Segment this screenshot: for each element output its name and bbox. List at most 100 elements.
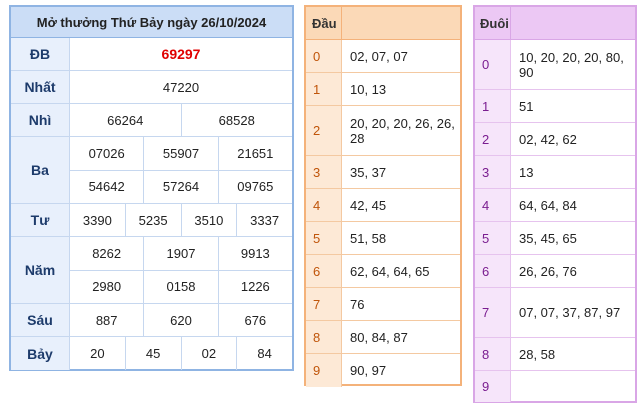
dau-digit: 5 xyxy=(306,222,342,254)
prize-label: Nhất xyxy=(11,71,70,103)
third-prize-row: Ba 07026 55907 21651 54642 57264 09765 xyxy=(11,137,292,204)
dau-header: Đầu xyxy=(306,7,460,40)
dau-numbers: 51, 58 xyxy=(350,230,387,246)
dau-row: 8 80, 84, 87 xyxy=(306,321,460,354)
duoi-numbers: 02, 42, 62 xyxy=(519,131,577,147)
duoi-numbers: 51 xyxy=(519,98,534,114)
dau-numbers: 90, 97 xyxy=(350,363,387,378)
prize-number: 9913 xyxy=(217,237,292,270)
prize-number: 8262 xyxy=(92,245,122,261)
prize-number: 09765 xyxy=(217,170,292,203)
dau-digit: 9 xyxy=(306,354,342,387)
prize-number: 55907 xyxy=(143,137,217,170)
prize-number: 2980 xyxy=(92,279,122,295)
dau-digit: 2 xyxy=(306,106,342,155)
dau-numbers: 62, 64, 64, 65 xyxy=(350,263,430,279)
dau-digit: 1 xyxy=(306,73,342,105)
duoi-numbers xyxy=(511,371,635,402)
dau-row: 2 20, 20, 20, 26, 26, 28 xyxy=(306,106,460,156)
duoi-digit: 8 xyxy=(475,338,511,370)
prize-label: Nhì xyxy=(11,104,70,136)
dau-numbers: 02, 07, 07 xyxy=(350,48,408,64)
prize-number: 57264 xyxy=(143,170,217,203)
prize-label: Năm xyxy=(11,237,70,303)
prize-number: 887 xyxy=(95,312,118,328)
prize-number: 66264 xyxy=(107,112,144,128)
dau-row: 4 42, 45 xyxy=(306,189,460,222)
lottery-results-table: Mở thưởng Thứ Bảy ngày 26/10/2024 ĐB 6929… xyxy=(9,5,294,371)
dau-digit: 4 xyxy=(306,189,342,221)
prize-number: 47220 xyxy=(162,79,200,95)
prize-label: Bảy xyxy=(11,337,70,370)
duoi-table: Đuôi 0 10, 20, 20, 20, 80, 90 1 51 2 02, 42, … xyxy=(473,5,637,403)
duoi-digit: 7 xyxy=(475,288,511,337)
dau-row: 1 10, 13 xyxy=(306,73,460,106)
prize-number: 3510 xyxy=(180,204,237,236)
dau-numbers: 20, 20, 20, 26, 26, 28 xyxy=(350,115,455,146)
duoi-rows: 0 10, 20, 20, 20, 80, 90 1 51 2 02, 42, 62 3 13… xyxy=(475,40,635,402)
prize-number: 84 xyxy=(236,337,292,370)
second-prize-row: Nhì 66264 68528 xyxy=(11,104,292,137)
dau-numbers: 80, 84, 87 xyxy=(350,329,408,345)
prize-number: 69297 xyxy=(161,46,201,62)
duoi-row: 9 xyxy=(475,371,635,402)
prize-number: 02 xyxy=(180,337,237,370)
dau-row: 3 35, 37 xyxy=(306,156,460,189)
special-prize-row: ĐB 69297 xyxy=(11,38,292,71)
dau-digit: 3 xyxy=(306,156,342,188)
dau-digit: 6 xyxy=(306,255,342,287)
prize-number: 3337 xyxy=(236,204,292,236)
prize-number: 1907 xyxy=(143,237,217,270)
dau-digit: 7 xyxy=(306,288,342,320)
duoi-numbers: 26, 26, 76 xyxy=(519,263,577,279)
dau-header-label: Đầu xyxy=(306,7,342,39)
duoi-row: 0 10, 20, 20, 20, 80, 90 xyxy=(475,40,635,90)
prize-number: 20 xyxy=(90,346,105,361)
duoi-digit: 2 xyxy=(475,123,511,155)
prize-number: 5235 xyxy=(124,204,181,236)
duoi-digit: 1 xyxy=(475,90,511,122)
dau-numbers: 76 xyxy=(350,296,365,312)
dau-row: 7 76 xyxy=(306,288,460,321)
duoi-numbers: 28, 58 xyxy=(519,346,556,362)
prize-number: 0158 xyxy=(143,270,217,303)
prize-number: 54642 xyxy=(88,179,125,195)
duoi-numbers: 10, 20, 20, 20, 80, 90 xyxy=(519,49,624,80)
prize-number: 620 xyxy=(143,304,217,336)
duoi-digit: 3 xyxy=(475,156,511,188)
duoi-numbers: 13 xyxy=(519,164,534,180)
dau-numbers: 10, 13 xyxy=(350,81,387,97)
duoi-row: 2 02, 42, 62 xyxy=(475,123,635,156)
duoi-row: 7 07, 07, 37, 87, 97 xyxy=(475,288,635,338)
dau-row: 0 02, 07, 07 xyxy=(306,40,460,73)
duoi-row: 1 51 xyxy=(475,90,635,123)
prize-label: Ba xyxy=(11,137,70,203)
dau-numbers: 42, 45 xyxy=(350,197,387,213)
prize-number: 45 xyxy=(124,337,181,370)
duoi-digit: 5 xyxy=(475,222,511,254)
duoi-row: 8 28, 58 xyxy=(475,338,635,371)
duoi-numbers: 35, 45, 65 xyxy=(519,230,577,246)
duoi-numbers: 07, 07, 37, 87, 97 xyxy=(519,305,621,320)
prize-number: 07026 xyxy=(88,145,125,161)
dau-rows: 0 02, 07, 07 1 10, 13 2 20, 20, 20, 26, 26, 2… xyxy=(306,40,460,387)
prize-label: Sáu xyxy=(11,304,70,336)
prize-label: Tư xyxy=(11,204,70,236)
duoi-digit: 9 xyxy=(475,371,511,402)
prize-number: 21651 xyxy=(217,137,292,170)
dau-numbers: 35, 37 xyxy=(350,164,387,180)
duoi-row: 6 26, 26, 76 xyxy=(475,255,635,288)
prize-rows: ĐB 69297 Nhất 47220 Nhì 66264 68528 Ba 07026 5590… xyxy=(11,38,292,370)
prize-number: 1226 xyxy=(217,270,292,303)
dau-table: Đầu 0 02, 07, 07 1 10, 13 2 20, 20, 20, 26, 2… xyxy=(304,5,462,387)
duoi-digit: 6 xyxy=(475,255,511,287)
prize-number: 676 xyxy=(217,304,292,336)
dau-digit: 8 xyxy=(306,321,342,353)
prize-number: 68528 xyxy=(180,104,293,136)
duoi-digit: 4 xyxy=(475,189,511,221)
duoi-row: 5 35, 45, 65 xyxy=(475,222,635,255)
duoi-row: 4 64, 64, 84 xyxy=(475,189,635,222)
prize-number: 3390 xyxy=(82,212,112,228)
fifth-prize-row: Năm 8262 1907 9913 2980 0158 1226 xyxy=(11,237,292,304)
dau-digit: 0 xyxy=(306,40,342,72)
